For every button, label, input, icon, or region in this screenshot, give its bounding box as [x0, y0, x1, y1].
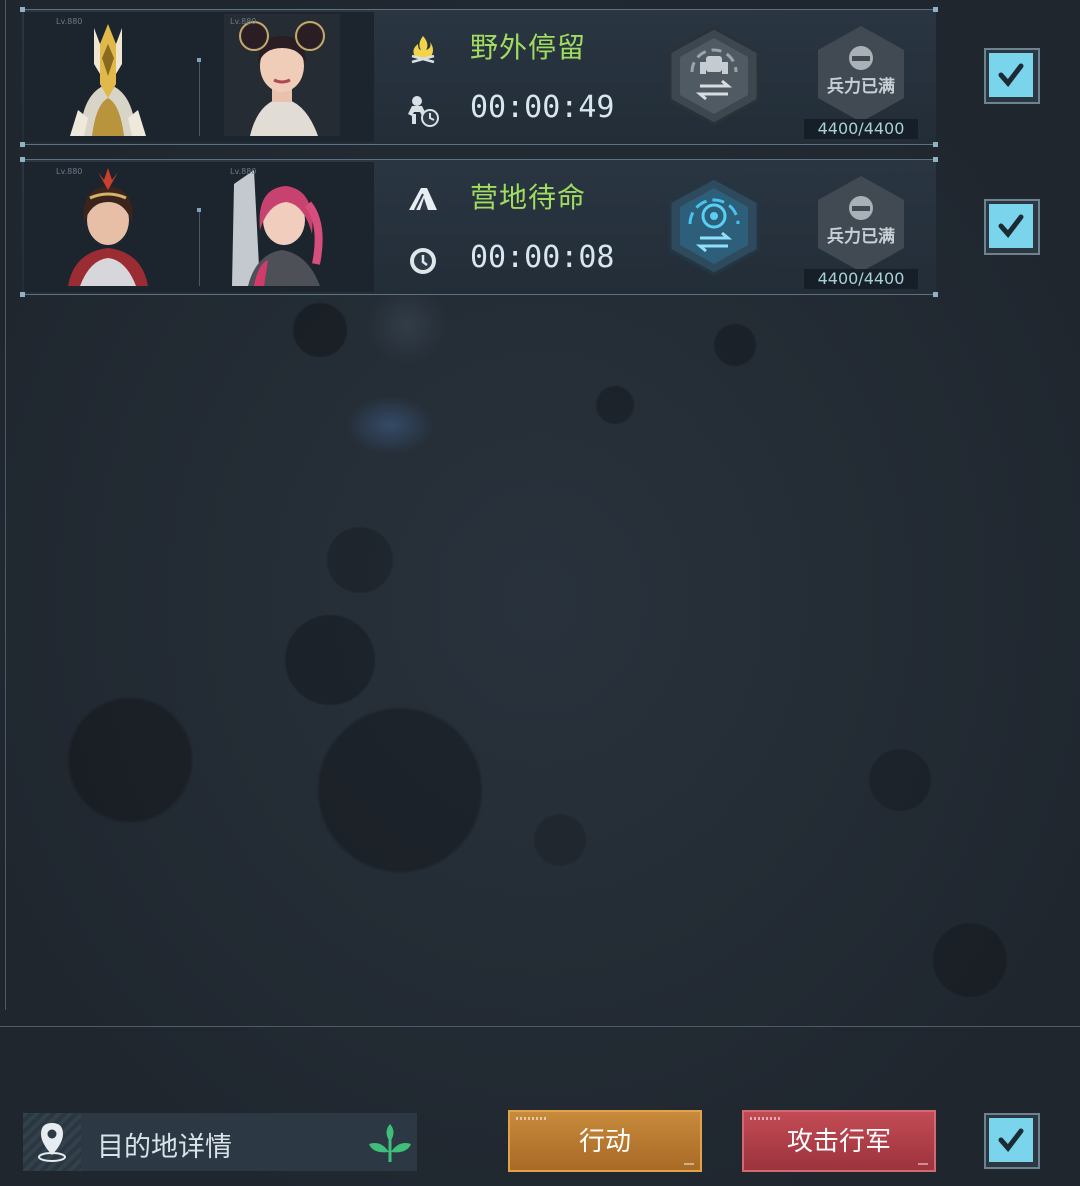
troop-full-label: 兵力已满 — [827, 227, 895, 247]
panel-edge-line — [5, 0, 6, 1010]
sprout-icon — [369, 1124, 411, 1162]
march-status-text: 野外停留 — [470, 31, 587, 64]
check-icon — [998, 1128, 1024, 1152]
march-status-text: 营地待命 — [470, 181, 587, 214]
hero-portrait-dark-hair-girl[interactable]: Lv.880 — [224, 14, 340, 136]
hero-portrait-pink-hair-girl[interactable]: Lv.880 — [224, 164, 340, 286]
action-button-label: 行动 — [578, 1127, 631, 1157]
mech-swap-icon[interactable] — [666, 26, 762, 126]
troop-count: 4400/4400 — [804, 269, 918, 289]
location-pin-icon — [23, 1113, 81, 1171]
hero-portraits: Lv.880 Lv.880 — [24, 162, 374, 292]
march-timer: 00:00:08 — [470, 240, 615, 275]
campfire-icon — [411, 36, 435, 64]
attack-march-button[interactable]: 攻击行军 — [742, 1110, 936, 1172]
clock-icon — [410, 248, 436, 274]
hero-portrait-golden-knight[interactable]: Lv.880 — [50, 14, 166, 136]
portrait-separator — [199, 210, 200, 286]
troop-count: 4400/4400 — [804, 119, 918, 139]
map-marker — [360, 285, 454, 365]
march-card-2[interactable]: Lv.880 Lv.880 营地待命 00:00:08 兵力已满 4400/44… — [20, 157, 938, 297]
tent-icon — [409, 188, 437, 211]
hero-portrait-warrior-princess[interactable]: Lv.880 — [50, 164, 166, 286]
hero-level: Lv.880 — [56, 167, 83, 176]
hero-level: Lv.880 — [230, 167, 257, 176]
march-timer: 00:00:49 — [470, 90, 615, 125]
hero-level: Lv.880 — [230, 17, 257, 26]
bottom-bar-divider — [0, 1026, 1080, 1027]
check-icon — [998, 214, 1024, 238]
attack-march-button-label: 攻击行军 — [786, 1127, 891, 1157]
march-2-checkbox[interactable] — [984, 199, 1040, 255]
troop-full-label: 兵力已满 — [827, 77, 895, 97]
troop-status: 兵力已满 4400/4400 — [804, 174, 918, 290]
portrait-separator — [199, 60, 200, 136]
troop-status: 兵力已满 4400/4400 — [804, 24, 918, 140]
march-card-1[interactable]: Lv.880 Lv.880 野外停留 00:00:49 兵力已满 4400/44… — [20, 7, 938, 147]
destination-details-button[interactable]: 目的地详情 — [23, 1113, 417, 1171]
select-all-checkbox[interactable] — [984, 1113, 1040, 1169]
map-city-tile — [345, 395, 435, 455]
troop-clock-icon — [408, 96, 439, 127]
hero-level: Lv.880 — [56, 17, 83, 26]
destination-details-label: 目的地详情 — [97, 1132, 232, 1163]
march-1-checkbox[interactable] — [984, 48, 1040, 104]
check-icon — [998, 63, 1024, 87]
hero-portraits: Lv.880 Lv.880 — [24, 12, 374, 142]
action-button[interactable]: 行动 — [508, 1110, 702, 1172]
hero-swap-icon[interactable] — [666, 176, 762, 276]
